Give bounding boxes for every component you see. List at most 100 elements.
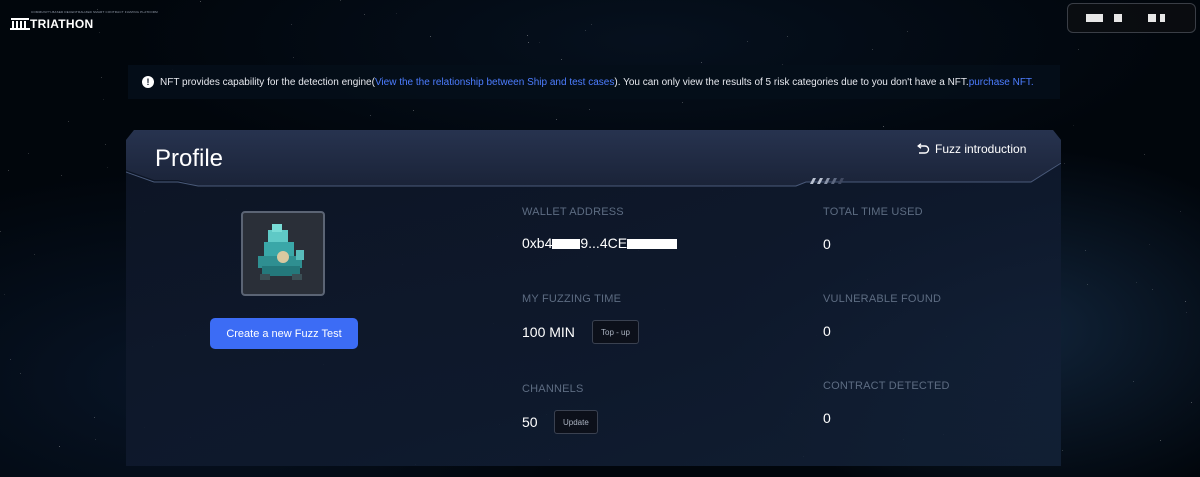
star [883, 126, 884, 127]
redacted-text [627, 239, 678, 249]
undo-arrow-icon [917, 143, 930, 154]
fuzz-introduction-link[interactable]: Fuzz introduction [916, 142, 1026, 156]
star [291, 24, 292, 25]
star [527, 35, 528, 36]
star [1087, 284, 1088, 285]
contract-detected-value: 0 [823, 410, 831, 426]
star [340, 0, 341, 1]
vulnerable-found-value: 0 [823, 323, 831, 339]
redacted-text [1160, 14, 1165, 22]
star [105, 144, 106, 145]
star [589, 109, 590, 110]
star [1136, 282, 1137, 283]
star [747, 41, 748, 42]
wallet-address-middle: 9...4CE [580, 235, 628, 251]
decorative-stripes [810, 178, 844, 184]
star [28, 153, 29, 154]
star [10, 359, 11, 360]
star [556, 119, 557, 120]
nft-notice-bar: ! NFT provides capability for the detect… [128, 65, 1060, 99]
purchase-nft-link[interactable]: purchase NFT. [969, 77, 1034, 88]
channels-label: CHANNELS [522, 383, 584, 395]
star [103, 99, 104, 100]
star [200, 1, 201, 2]
star [8, 170, 9, 171]
star [539, 42, 540, 43]
brand-name: TRIATHON [30, 17, 94, 31]
star [364, 14, 365, 15]
redacted-text [1086, 14, 1103, 22]
star [68, 121, 69, 122]
star [1186, 312, 1187, 313]
notice-text-middle: ). You can only view the results of 5 ri… [614, 76, 969, 88]
wallet-address-prefix: 0xb4 [522, 235, 553, 251]
fuzzing-time-label: MY FUZZING TIME [522, 293, 622, 305]
profile-card: Profile Fuzz introduction Create a new F… [126, 130, 1061, 466]
star [701, 62, 702, 63]
star [370, 115, 371, 116]
star [59, 446, 60, 447]
redacted-text [1114, 14, 1122, 22]
star [293, 57, 294, 58]
star [561, 59, 562, 60]
update-channels-button[interactable]: Update [554, 410, 598, 434]
fuzz-introduction-label: Fuzz introduction [935, 142, 1027, 156]
star [34, 254, 35, 255]
star [0, 231, 1, 232]
brand-logo[interactable]: COMMUNITY-BASED DECENTRALIZED SMART CONT… [10, 10, 158, 32]
star [1160, 440, 1161, 441]
profile-title: Profile [155, 145, 224, 172]
brand-tagline: COMMUNITY-BASED DECENTRALIZED SMART CONT… [31, 10, 158, 14]
star [1180, 211, 1181, 212]
star [1085, 250, 1086, 251]
star [591, 24, 592, 25]
create-fuzz-test-button[interactable]: Create a new Fuzz Test [210, 318, 358, 349]
star [99, 32, 100, 33]
star [430, 36, 431, 37]
wallet-connect-button[interactable] [1067, 3, 1196, 33]
wallet-address-label: WALLET ADDRESS [522, 206, 624, 218]
vulnerable-found-label: VULNERABLE FOUND [823, 293, 942, 305]
star [585, 30, 586, 31]
star [1144, 154, 1145, 155]
contract-detected-label: CONTRACT DETECTED [823, 380, 950, 392]
star [1062, 450, 1063, 451]
notice-text-start: NFT provides capability for the detectio… [160, 76, 375, 88]
total-time-value: 0 [823, 236, 831, 252]
star [1064, 163, 1065, 164]
star [682, 102, 683, 103]
star [1073, 125, 1074, 126]
star [1078, 49, 1079, 50]
star [1185, 301, 1186, 302]
star [413, 110, 414, 111]
top-up-button[interactable]: Top - up [592, 320, 639, 344]
colosseum-icon [10, 18, 30, 30]
fuzzing-time-value: 100 MIN [522, 324, 575, 340]
star [396, 13, 397, 14]
page-background: COMMUNITY-BASED DECENTRALIZED SMART CONT… [0, 0, 1200, 477]
star [61, 175, 62, 176]
star [94, 417, 95, 418]
exclamation-circle-icon: ! [142, 76, 154, 88]
star [907, 31, 908, 32]
star [872, 49, 873, 50]
star [787, 36, 788, 37]
redacted-text [1148, 14, 1156, 22]
star [1149, 244, 1150, 245]
redacted-text [552, 239, 581, 249]
star [1133, 381, 1134, 382]
star [1152, 289, 1153, 290]
ship-relationship-link[interactable]: View the the relationship between Ship a… [375, 77, 614, 88]
total-time-label: TOTAL TIME USED [823, 206, 923, 218]
star [528, 42, 529, 43]
ship-avatar-icon [258, 223, 304, 280]
star [107, 167, 108, 168]
star [1191, 402, 1192, 403]
star [4, 294, 5, 295]
wallet-address-value: 0xb4 9...4CE [522, 235, 678, 251]
star [95, 439, 96, 440]
star [101, 77, 102, 78]
nft-avatar [241, 211, 325, 296]
channels-value: 50 [522, 414, 538, 430]
star [20, 373, 21, 374]
